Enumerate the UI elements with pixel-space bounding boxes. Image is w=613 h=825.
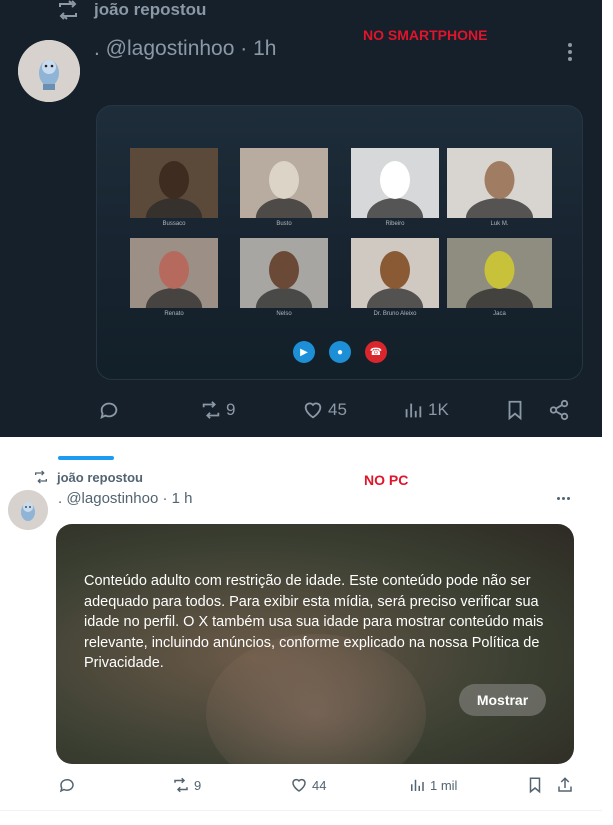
bookmark-icon <box>529 777 541 794</box>
call-participant-tile <box>351 238 439 328</box>
reply-button[interactable] <box>58 774 76 796</box>
show-media-button[interactable]: Mostrar <box>459 684 546 716</box>
repost-button[interactable]: 9 <box>200 396 235 424</box>
repost-text: joão repostou <box>94 0 207 19</box>
call-participant-tile <box>447 238 552 328</box>
video-call-image[interactable]: Bussaco Busto Ribeiro Luk M. Renato Nelso Dr. … <box>96 105 583 380</box>
reply-icon <box>59 778 74 793</box>
share-icon <box>558 777 572 792</box>
like-count: 45 <box>328 400 347 419</box>
share-button[interactable] <box>556 774 574 796</box>
views-button[interactable]: 1K <box>402 396 449 424</box>
call-participant-tile <box>351 148 439 238</box>
reply-button[interactable] <box>98 396 120 424</box>
bookmark-icon <box>508 400 522 421</box>
call-participant-name: Luk M. <box>490 221 509 227</box>
like-button[interactable]: 45 <box>302 396 347 424</box>
bookmark-button[interactable] <box>504 396 526 424</box>
annotation-label: NO PC <box>364 472 409 488</box>
repost-icon <box>35 470 47 484</box>
user-handle[interactable]: . @lagostinhoo · 1 h <box>58 490 192 507</box>
repost-indicator: joão repostou <box>33 469 143 485</box>
views-button[interactable]: 1 mil <box>408 774 457 796</box>
camera-icon: ▶ <box>293 341 315 363</box>
tweet-actions: 9 44 1 mil <box>56 774 574 796</box>
call-participant-tile <box>240 148 328 238</box>
heart-icon <box>292 778 306 792</box>
reply-icon <box>100 402 118 420</box>
smartphone-screenshot: joão repostou . @lagostinhoo · 1h NO SMA… <box>0 0 602 437</box>
call-participant-name: Busto <box>276 221 292 227</box>
repost-text: joão repostou <box>57 469 143 485</box>
call-participant-name: Bussaco <box>162 221 186 227</box>
views-count: 1K <box>428 400 449 419</box>
repost-count: 9 <box>194 777 202 793</box>
annotation-label: NO SMARTPHONE <box>363 27 488 43</box>
like-count: 44 <box>312 777 327 793</box>
user-handle[interactable]: . @lagostinhoo · 1h <box>94 37 276 61</box>
repost-button[interactable]: 9 <box>172 774 201 796</box>
heart-icon <box>304 402 322 419</box>
call-participant-tile <box>130 148 218 238</box>
views-count: 1 mil <box>430 777 458 793</box>
call-participant-tile <box>447 148 552 238</box>
call-participant-name: Ribeiro <box>385 221 405 227</box>
repost-indicator: joão repostou <box>56 0 206 22</box>
bookmark-button[interactable] <box>526 774 544 796</box>
avatar[interactable] <box>8 490 48 530</box>
share-icon <box>549 399 569 421</box>
call-participant-tile <box>240 238 328 328</box>
repost-icon <box>202 401 220 419</box>
more-options-icon[interactable] <box>557 497 570 500</box>
hangup-icon: ☎ <box>365 341 387 363</box>
call-participant-name: Renato <box>164 311 184 317</box>
divider <box>0 810 602 811</box>
microphone-icon: ● <box>329 341 351 363</box>
tweet-actions: 9 45 1K <box>96 396 576 424</box>
avatar[interactable] <box>18 40 80 102</box>
call-participant-tile <box>130 238 218 328</box>
repost-icon <box>59 0 77 20</box>
like-button[interactable]: 44 <box>290 774 326 796</box>
sensitive-warning-text: Conteúdo adulto com restrição de idade. … <box>84 573 544 671</box>
views-icon <box>405 403 422 418</box>
call-participant-name: Dr. Bruno Aleixo <box>373 311 417 317</box>
more-options-icon[interactable] <box>560 40 580 64</box>
views-icon <box>411 779 424 791</box>
tab-indicator <box>58 456 114 460</box>
sensitive-media-overlay: Conteúdo adulto com restrição de idade. … <box>56 524 574 764</box>
call-participant-name: Jaca <box>493 311 506 317</box>
pc-screenshot: joão repostou . @lagostinhoo · 1 h NO PC… <box>0 452 602 825</box>
share-button[interactable] <box>548 396 570 424</box>
repost-icon <box>174 777 188 793</box>
repost-count: 9 <box>226 400 236 419</box>
call-participant-name: Nelso <box>276 311 292 317</box>
